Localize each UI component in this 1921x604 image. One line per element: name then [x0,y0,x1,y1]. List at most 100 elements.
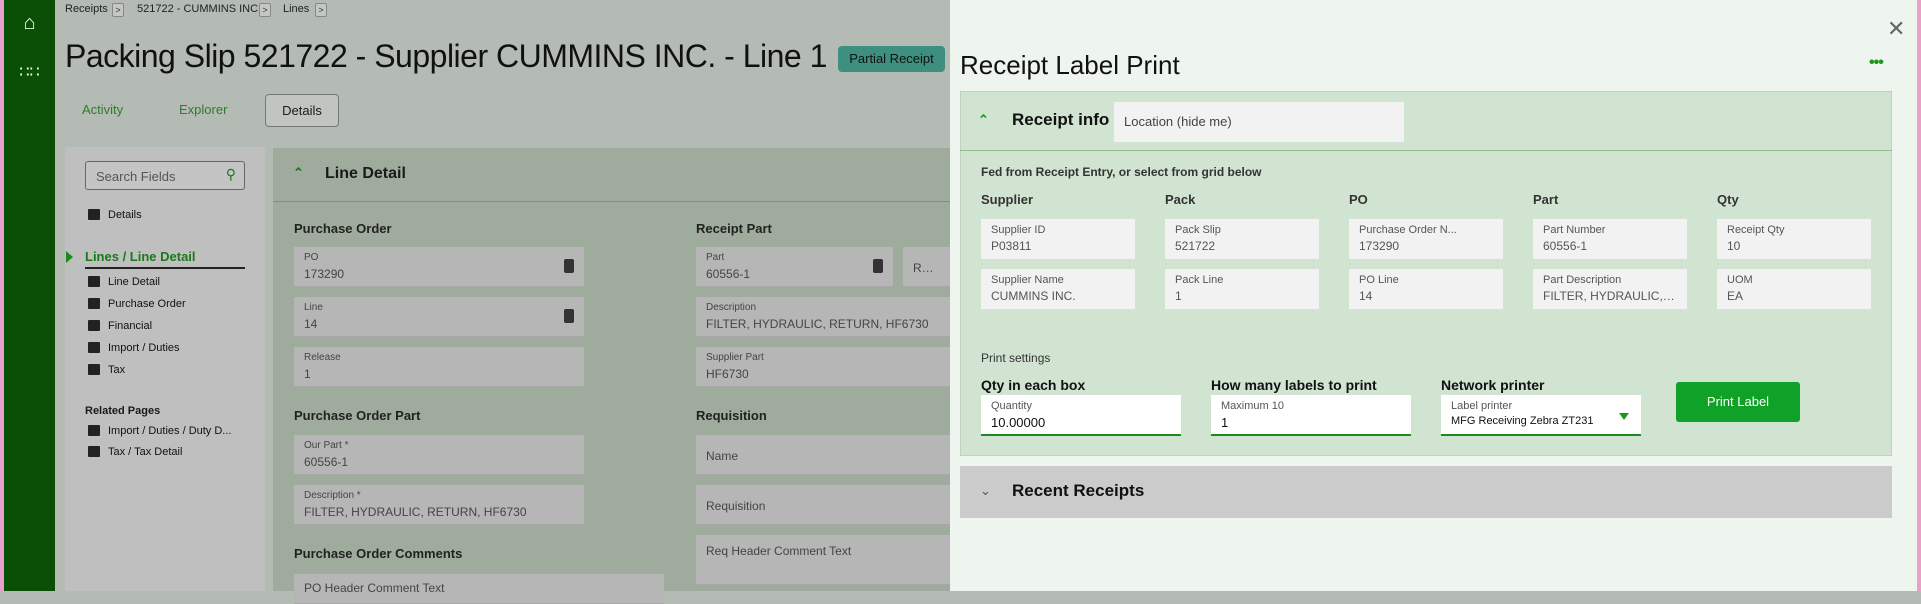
qty-label: Qty in each box [981,377,1086,393]
release-field[interactable]: Release 1 [294,347,584,387]
field-label: Purchase Order N... [1359,224,1457,236]
group-label: Purchase Order Comments [294,546,463,561]
requisition-field[interactable]: Requisition [696,485,950,525]
field-value: 1 [304,367,311,381]
receipt-info-field[interactable]: Part Description FILTER, HYDRAULIC, R... [1533,269,1687,309]
sidebar-item-tax[interactable]: Tax [88,364,125,376]
recent-receipts-title: Recent Receipts [1012,481,1145,500]
field-label: Part [706,252,725,263]
chevron-up-icon: ⌃ [293,165,304,180]
field-value: 60556-1 [304,455,349,469]
po-field[interactable]: PO 173290 [294,247,584,287]
label-printer-select[interactable]: Label printer MFG Receiving Zebra ZT231 [1441,395,1641,436]
req-header-comment-field[interactable]: Req Header Comment Text [696,535,950,585]
field-label: Supplier Part [706,352,764,363]
receipt-info-field[interactable]: PO Line 14 [1349,269,1503,309]
field-value: P03811 [991,239,1032,253]
sidebar-item-financial[interactable]: Financial [88,320,152,332]
fed-note: Fed from Receipt Entry, or select from g… [981,165,1262,179]
label: Tax / Tax Detail [108,446,183,458]
receipt-info-field[interactable]: Purchase Order N... 173290 [1349,219,1503,259]
sidebar-item-purchase-order[interactable]: Purchase Order [88,298,186,310]
rp-description-field[interactable]: Description FILTER, HYDRAULIC, RETURN, HF… [696,297,950,337]
tab-details[interactable]: Details [265,94,339,127]
section-icon [88,320,100,331]
chevron-up-icon[interactable]: ⌃ [978,112,989,128]
field-label: Part Number [1543,224,1606,236]
apps-grid-icon[interactable]: ∷∷ [4,62,55,82]
lookup-icon[interactable] [564,259,574,273]
line-field[interactable]: Line 14 [294,297,584,337]
search-icon[interactable]: ⚲ [226,166,236,183]
line-detail-header[interactable]: ⌃ Line Detail [273,148,950,202]
lookup-icon[interactable] [873,259,883,273]
receipt-info-field[interactable]: Supplier ID P03811 [981,219,1135,259]
field-value: 10.00000 [991,415,1046,430]
field-label: Release [304,352,341,363]
pages-icon [88,446,100,457]
description-field[interactable]: Description * FILTER, HYDRAULIC, RETURN, … [294,485,584,525]
breadcrumb-pack[interactable]: 521722 - CUMMINS INC. [137,3,261,15]
more-options-icon[interactable]: ••• [1869,54,1884,72]
receipt-info-field[interactable]: Supplier Name CUMMINS INC. [981,269,1135,309]
sidebar-item-import-duties[interactable]: Import / Duties [88,342,180,354]
print-label-button[interactable]: Print Label [1676,382,1800,422]
label: Import / Duties [108,342,180,354]
column-heading: Supplier [981,192,1034,207]
receipt-info-field[interactable]: Pack Line 1 [1165,269,1319,309]
active-marker-icon [66,251,73,263]
receipt-info-field[interactable]: Part Number 60556-1 [1533,219,1687,259]
tab-explorer[interactable]: Explorer [179,102,227,117]
field-value: 173290 [1359,239,1400,253]
tab-activity[interactable]: Activity [82,102,123,117]
field-value: 60556-1 [706,267,751,281]
lookup-icon[interactable] [564,309,574,323]
section-icon [88,364,100,375]
part-field[interactable]: Part 60556-1 [696,247,893,287]
search-fields-input[interactable]: Search Fields ⚲ [85,161,245,190]
sidebar-section-lines[interactable]: Lines / Line Detail [85,249,245,269]
quantity-input[interactable]: Quantity 10.00000 [981,395,1181,436]
req-name-field[interactable]: Name [696,435,950,475]
field-value: 173290 [304,267,345,281]
section-title: Line Detail [325,165,406,182]
field-label: Revi... [913,261,940,275]
page-title: Packing Slip 521722 - Supplier CUMMINS I… [65,38,827,74]
supplier-part-field[interactable]: Supplier Part HF6730 [696,347,950,387]
breadcrumb-receipts[interactable]: Receipts [65,3,108,15]
our-part-field[interactable]: Our Part * 60556-1 [294,435,584,475]
search-placeholder: Search Fields [96,169,176,184]
receipt-info-field[interactable]: UOM EA [1717,269,1871,309]
revision-field[interactable]: Revi... [903,247,950,287]
labels-count-input[interactable]: Maximum 10 1 [1211,395,1411,436]
field-value: CUMMINS INC. [991,289,1076,303]
chevron-down-icon[interactable]: ⌄ [980,483,991,499]
related-tax-detail[interactable]: Tax / Tax Detail [88,446,182,458]
receipt-info-field[interactable]: Receipt Qty 10 [1717,219,1871,259]
po-header-comment-field[interactable]: PO Header Comment Text [294,574,664,604]
breadcrumb-lines[interactable]: Lines [283,3,309,15]
print-settings-heading: Print settings [981,351,1051,365]
field-placeholder: Name [706,449,739,463]
sidebar-item-details[interactable]: Details [88,209,142,221]
group-label: Purchase Order [294,221,392,236]
pages-icon [88,209,100,220]
related-pages-heading: Related Pages [85,405,161,417]
receipt-info-field[interactable]: Pack Slip 521722 [1165,219,1319,259]
chevron-right-icon: > [315,3,327,17]
home-icon[interactable]: ⌂ [4,12,55,35]
close-icon[interactable]: ✕ [1887,16,1905,42]
field-label: Description [706,302,757,313]
sidebar-item-line-detail[interactable]: Line Detail [88,276,160,288]
field-label: Pack Line [1175,274,1224,286]
column-heading: Part [1533,192,1559,207]
field-value: 1 [1175,289,1182,303]
dropdown-caret-icon[interactable] [1619,413,1629,420]
field-value: FILTER, HYDRAULIC, RETURN, HF6730 [304,505,527,519]
location-input[interactable]: Location (hide me) [1114,102,1404,142]
field-label: UOM [1727,274,1753,286]
field-label: Supplier Name [991,274,1064,286]
field-placeholder: PO Header Comment Text [304,581,445,595]
section-icon [88,276,100,287]
related-import-duties[interactable]: Import / Duties / Duty D... [88,425,231,437]
